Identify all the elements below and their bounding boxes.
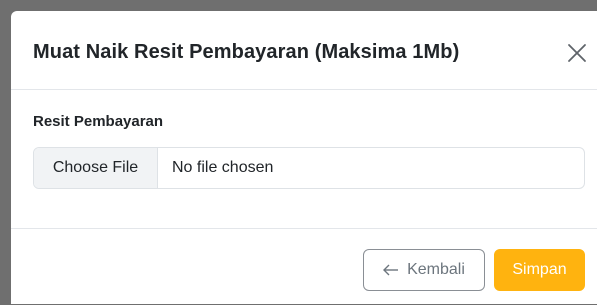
receipt-field-label: Resit Pembayaran	[33, 113, 164, 130]
close-button[interactable]	[566, 42, 588, 64]
modal-header: Muat Naik Resit Pembayaran (Maksima 1Mb)	[11, 11, 597, 90]
arrow-left-icon	[383, 264, 399, 276]
close-icon	[568, 44, 586, 62]
choose-file-button[interactable]: Choose File	[34, 148, 158, 188]
receipt-file-input[interactable]: Choose File No file chosen	[33, 147, 585, 189]
modal-footer: Kembali Simpan	[11, 229, 597, 305]
back-button-label: Kembali	[407, 261, 465, 278]
modal-title: Muat Naik Resit Pembayaran (Maksima 1Mb)	[33, 41, 460, 63]
back-button[interactable]: Kembali	[363, 249, 485, 291]
modal-body: Resit Pembayaran Choose File No file cho…	[11, 90, 597, 229]
upload-receipt-modal: Muat Naik Resit Pembayaran (Maksima 1Mb)…	[11, 11, 597, 304]
file-status-text: No file chosen	[172, 159, 274, 176]
save-button[interactable]: Simpan	[494, 249, 585, 291]
